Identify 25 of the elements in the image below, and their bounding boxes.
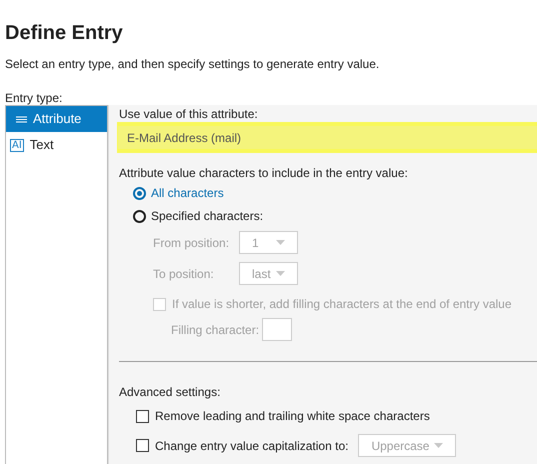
advanced-label: Advanced settings: (119, 384, 222, 400)
entry-type-label: Entry type: (5, 91, 64, 105)
page-title: Define Entry (5, 21, 124, 46)
radio-label: All characters (151, 185, 224, 202)
attribute-field[interactable]: E-Mail Address (mail) (118, 126, 537, 149)
dropdown-arrow-icon (276, 271, 285, 276)
radio-button[interactable] (133, 186, 146, 200)
to-position-label: To position: (153, 266, 215, 282)
from-position-label: From position: (153, 234, 230, 252)
radio-label: Specified characters: (151, 208, 264, 225)
filling-character-label: Filling character: (171, 322, 260, 338)
lines-icon (16, 116, 27, 122)
attribute-label: Use value of this attribute: (119, 106, 259, 122)
capitalization-label: Change entry value capitalization to: (155, 438, 348, 454)
radio-button[interactable] (133, 210, 146, 222)
fill-label: If value is shorter, add filling characters at the end of entry value (172, 296, 512, 313)
dropdown-arrow-icon (434, 443, 444, 448)
text-icon: AI (10, 138, 24, 152)
list-item[interactable]: Attribute (6, 106, 107, 132)
trim-label: Remove leading and trailing white space characters (155, 408, 430, 425)
list-item[interactable]: AI Text (6, 132, 107, 158)
subtitle: Select an entry type, and then specify settings to generate entry value. (5, 56, 380, 72)
characters-label: Attribute value characters to include in the entry value: (119, 165, 409, 181)
checkbox[interactable] (136, 410, 149, 422)
dropdown-arrow-icon (276, 240, 285, 245)
